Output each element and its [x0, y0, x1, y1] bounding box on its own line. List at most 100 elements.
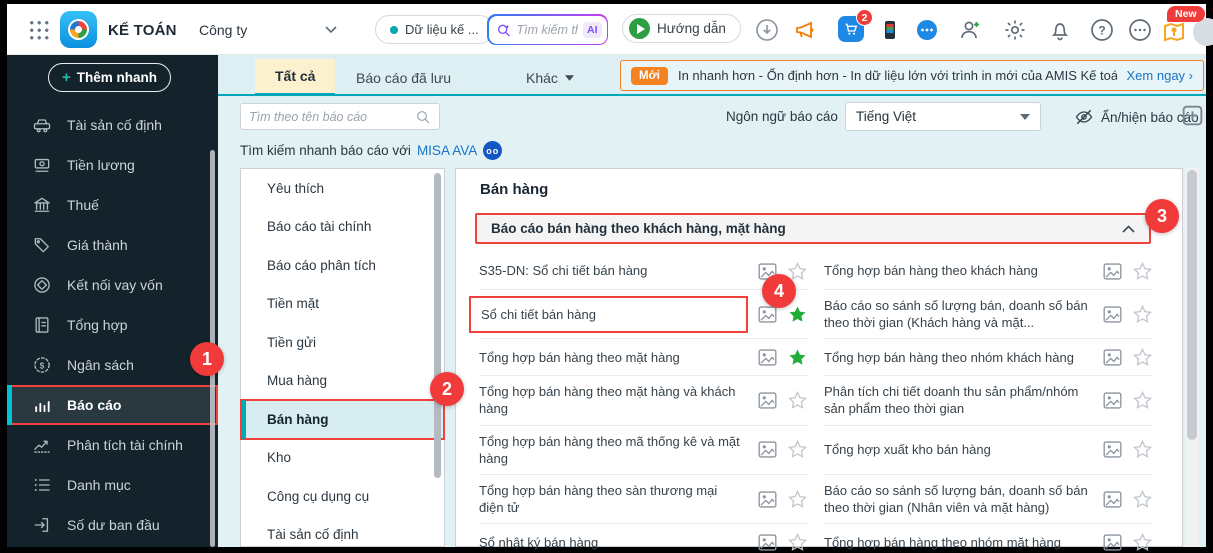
favorite-star-icon[interactable] — [787, 532, 808, 553]
quick-add-button[interactable]: + Thêm nhanh — [48, 63, 171, 92]
category-item-10[interactable]: Tài sản cố định — [241, 516, 444, 553]
add-user-icon[interactable] — [958, 18, 982, 42]
favorite-star-icon[interactable] — [1132, 347, 1153, 368]
favorite-star-icon[interactable] — [1132, 261, 1153, 282]
sidebar-item-7[interactable]: $ Ngân sách — [7, 345, 218, 385]
report-title[interactable]: Tổng hợp bán hàng theo mã thống kê và mặ… — [479, 433, 748, 467]
main-area: Tất cả Báo cáo đã lưu Khác Mới In nhanh … — [218, 55, 1206, 552]
favorite-star-icon[interactable] — [787, 390, 808, 411]
category-item-3[interactable]: Báo cáo phân tích — [241, 246, 444, 285]
category-item-2[interactable]: Báo cáo tài chính — [241, 208, 444, 247]
store-cart-button[interactable]: 2 — [838, 9, 873, 43]
banner-link[interactable]: Xem ngay › — [1127, 68, 1193, 83]
preview-image-icon[interactable] — [1102, 347, 1123, 368]
preview-image-icon[interactable] — [1102, 304, 1123, 325]
category-item-6[interactable]: Mua hàng — [241, 362, 444, 401]
sidebar-item-8[interactable]: Báo cáo — [7, 385, 218, 425]
preview-image-icon[interactable] — [757, 439, 778, 460]
sidebar-item-4[interactable]: Giá thành — [7, 225, 218, 265]
bell-icon[interactable] — [1048, 18, 1072, 42]
sidebar-item-label: Báo cáo — [67, 397, 122, 413]
sidebar-item-3[interactable]: Thuế — [7, 185, 218, 225]
sidebar-item-2[interactable]: Tiền lương — [7, 145, 218, 185]
sidebar-item-10[interactable]: Danh mục — [7, 465, 218, 505]
download-icon[interactable] — [755, 18, 779, 42]
sidebar-item-6[interactable]: Tổng hợp — [7, 305, 218, 345]
favorite-star-icon[interactable] — [1132, 439, 1153, 460]
report-search-input[interactable]: Tìm theo tên báo cáo — [240, 103, 440, 130]
tab-other[interactable]: Khác — [506, 59, 594, 96]
report-title[interactable]: Tổng hợp bán hàng theo sàn thương mại đi… — [479, 482, 748, 516]
ai-search-input[interactable]: Tìm kiếm th AI — [487, 14, 608, 45]
data-source-pill[interactable]: Dữ liệu kế ... — [375, 15, 494, 44]
report-section-header[interactable]: Báo cáo bán hàng theo khách hàng, mặt hà… — [475, 213, 1151, 244]
language-select[interactable]: Tiếng Việt — [845, 102, 1041, 131]
report-title[interactable]: Báo cáo so sánh số lượng bán, doanh số b… — [824, 297, 1093, 331]
category-item-5[interactable]: Tiền gửi — [241, 323, 444, 362]
app-logo[interactable] — [60, 11, 97, 48]
sidebar-item-5[interactable]: Kết nối vay vốn — [7, 265, 218, 305]
report-title[interactable]: Tổng hợp bán hàng theo nhóm mặt hàng — [824, 534, 1093, 551]
report-scrollbar-thumb[interactable] — [1187, 170, 1197, 440]
report-title[interactable]: Tổng hợp bán hàng theo mặt hàng — [479, 349, 748, 366]
category-item-7[interactable]: Bán hàng — [240, 399, 445, 440]
category-label: Báo cáo phân tích — [267, 257, 376, 273]
category-scrollbar[interactable] — [434, 173, 441, 478]
more-icon[interactable] — [1128, 18, 1152, 42]
favorite-star-filled-icon[interactable] — [787, 347, 808, 368]
favorite-star-filled-icon[interactable] — [787, 304, 808, 325]
category-item-8[interactable]: Kho — [241, 439, 444, 478]
preview-image-icon[interactable] — [757, 390, 778, 411]
report-title[interactable]: Tổng hợp xuất kho bán hàng — [824, 441, 1093, 458]
map-guide-icon[interactable] — [1162, 20, 1186, 44]
favorite-star-icon[interactable] — [1132, 489, 1153, 510]
favorite-star-icon[interactable] — [787, 489, 808, 510]
favorite-star-icon[interactable] — [787, 439, 808, 460]
report-title[interactable]: Tổng hợp bán hàng theo mặt hàng và khách… — [479, 383, 748, 417]
preview-image-icon[interactable] — [1102, 261, 1123, 282]
svg-text:$: $ — [40, 360, 45, 370]
chat-icon[interactable] — [915, 18, 939, 42]
favorite-star-icon[interactable] — [1132, 304, 1153, 325]
ava-robot-icon[interactable]: oo — [483, 141, 503, 160]
category-item-4[interactable]: Tiền mặt — [241, 285, 444, 324]
report-list: S35-DN: Sổ chi tiết bán hàng Tổng hợp bán… — [469, 253, 1153, 553]
company-selector-label[interactable]: Công ty — [199, 22, 247, 38]
tab-saved-reports[interactable]: Báo cáo đã lưu — [336, 59, 471, 96]
favorite-star-icon[interactable] — [1132, 390, 1153, 411]
preview-image-icon[interactable] — [1102, 532, 1123, 553]
app-grid-icon[interactable] — [28, 19, 49, 40]
category-item-9[interactable]: Công cụ dụng cụ — [241, 477, 444, 516]
sidebar-item-1[interactable]: Tài sản cố định — [7, 105, 218, 145]
avatar[interactable] — [1193, 18, 1213, 46]
promo-banner[interactable]: Mới In nhanh hơn - Ổn định hơn - In dữ l… — [620, 60, 1204, 91]
category-list: Yêu thích Báo cáo tài chính Báo cáo phân t… — [240, 169, 445, 553]
add-window-icon[interactable] — [1180, 103, 1205, 128]
report-title[interactable]: S35-DN: Sổ chi tiết bán hàng — [479, 262, 748, 279]
gear-icon[interactable] — [1003, 18, 1027, 42]
chevron-down-icon[interactable] — [325, 26, 337, 34]
report-title[interactable]: Sổ nhật ký bán hàng — [479, 534, 748, 551]
report-title[interactable]: Sổ chi tiết bán hàng — [469, 295, 748, 333]
preview-image-icon[interactable] — [757, 532, 778, 553]
mobile-app-icon[interactable] — [878, 18, 902, 42]
favorite-star-icon[interactable] — [1132, 532, 1153, 553]
misa-ava-link[interactable]: MISA AVA — [417, 143, 477, 158]
sidebar-item-9[interactable]: Phân tích tài chính — [7, 425, 218, 465]
preview-image-icon[interactable] — [1102, 439, 1123, 460]
sidebar-item-11[interactable]: Số dư ban đầu — [7, 505, 218, 545]
help-icon[interactable]: ? — [1090, 18, 1114, 42]
report-title[interactable]: Phân tích chi tiết doanh thu sản phẩm/nh… — [824, 383, 1093, 417]
report-title[interactable]: Báo cáo so sánh số lượng bán, doanh số b… — [824, 482, 1093, 516]
preview-image-icon[interactable] — [1102, 390, 1123, 411]
preview-image-icon[interactable] — [1102, 489, 1123, 510]
report-title[interactable]: Tổng hợp bán hàng theo nhóm khách hàng — [824, 349, 1093, 366]
report-scrollbar-track[interactable] — [1185, 168, 1199, 547]
report-title[interactable]: Tổng hợp bán hàng theo khách hàng — [824, 262, 1093, 279]
preview-image-icon[interactable] — [757, 347, 778, 368]
category-item-1[interactable]: Yêu thích — [241, 169, 444, 208]
guide-button[interactable]: Hướng dẫn — [622, 14, 741, 43]
preview-image-icon[interactable] — [757, 489, 778, 510]
tab-all[interactable]: Tất cả — [255, 59, 336, 96]
megaphone-icon[interactable] — [793, 18, 817, 42]
